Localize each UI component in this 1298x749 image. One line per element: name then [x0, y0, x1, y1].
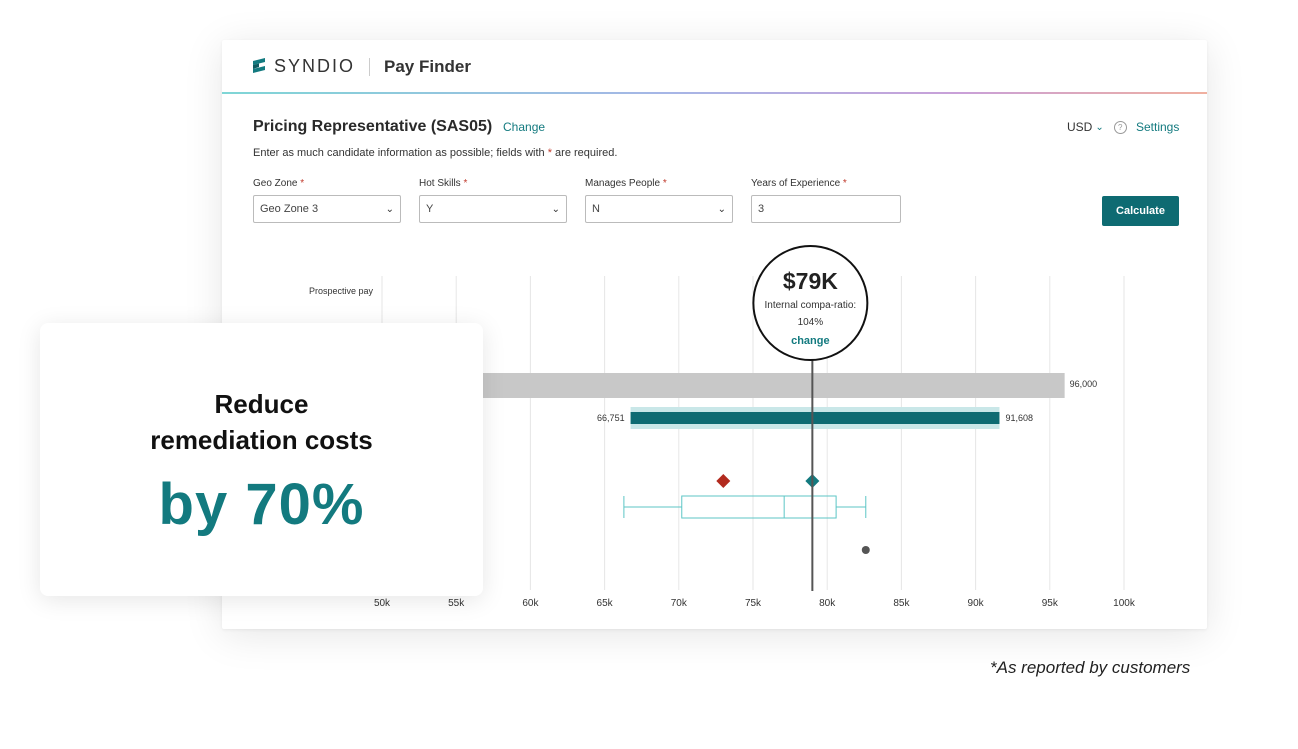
- x-tick-label: 50k: [374, 598, 391, 609]
- x-tick-label: 90k: [968, 598, 985, 609]
- compa-ratio-value: 104%: [798, 317, 824, 328]
- callout-line-1: Reduce: [214, 389, 309, 419]
- callout-line-2: remediation costs: [150, 425, 373, 455]
- current-comp-point: [716, 474, 731, 488]
- x-tick-label: 65k: [597, 598, 614, 609]
- x-tick-label: 95k: [1042, 598, 1059, 609]
- internal-pay-range-bar: [471, 373, 1065, 398]
- equitable-pay-range-bar: [630, 412, 1000, 424]
- callout-highlight: by 70%: [158, 472, 365, 537]
- x-tick-label: 100k: [1113, 598, 1136, 609]
- x-tick-label: 85k: [893, 598, 910, 609]
- prospective-pay-amount: $79K: [783, 268, 838, 294]
- x-tick-label: 80k: [819, 598, 836, 609]
- marker-change-link[interactable]: change: [791, 335, 830, 347]
- equitable-min-label: 66,751: [597, 413, 625, 423]
- compa-ratio-label: Internal compa-ratio:: [765, 300, 857, 311]
- equitable-max-label: 91,608: [1005, 413, 1033, 423]
- x-tick-label: 75k: [745, 598, 762, 609]
- row-label: Prospective pay: [309, 286, 374, 296]
- x-tick-label: 70k: [671, 598, 688, 609]
- footnote: *As reported by customers: [990, 658, 1191, 677]
- x-tick-label: 60k: [522, 598, 539, 609]
- callout-card: Reduce remediation costs by 70%: [40, 323, 483, 596]
- x-tick-label: 55k: [448, 598, 465, 609]
- internal-max-label: 96,000: [1070, 379, 1098, 389]
- recent-hire-point: [861, 546, 870, 554]
